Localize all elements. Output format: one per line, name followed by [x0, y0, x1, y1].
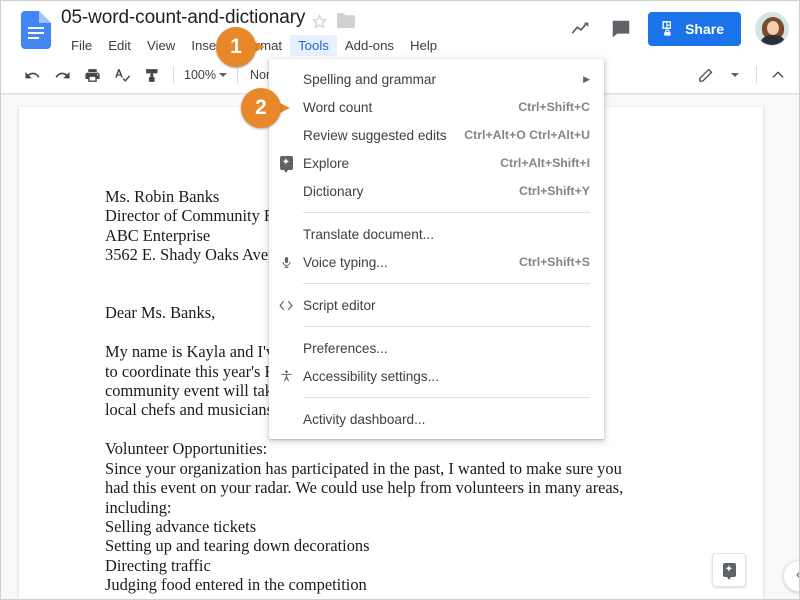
menu-tools[interactable]: Tools	[290, 35, 337, 56]
menu-item-label: Translate document...	[303, 226, 434, 242]
app-header: 05-word-count-and-dictionary File Edit V…	[1, 1, 799, 57]
spellcheck-icon[interactable]	[108, 62, 136, 88]
menu-item-preferences[interactable]: Preferences...	[269, 334, 604, 362]
menu-item-label: Word count	[303, 99, 373, 115]
avatar-body	[761, 35, 785, 45]
menu-item-label: Preferences...	[303, 340, 388, 356]
callout-number: 2	[241, 88, 281, 128]
menu-item-label: Dictionary	[303, 183, 364, 199]
code-brackets-icon	[269, 299, 303, 312]
menu-item-review-suggested-edits[interactable]: Review suggested edits Ctrl+Alt+O Ctrl+A…	[269, 121, 604, 149]
microphone-icon	[269, 255, 303, 270]
menu-item-explore[interactable]: ✦ Explore Ctrl+Alt+Shift+I	[269, 149, 604, 177]
trending-up-icon[interactable]	[564, 12, 598, 46]
avatar-face	[767, 21, 779, 35]
editing-mode-pencil-icon[interactable]	[691, 62, 719, 88]
chevron-down-icon	[218, 73, 227, 77]
header-actions: Share	[564, 1, 799, 57]
avatar[interactable]	[755, 12, 789, 46]
google-docs-window: 05-word-count-and-dictionary File Edit V…	[0, 0, 800, 600]
chevron-left-icon	[793, 569, 799, 584]
toolbar-divider-4	[756, 66, 757, 84]
menu-item-label: Review suggested edits	[303, 127, 447, 143]
explore-button[interactable]: ✦	[712, 553, 746, 587]
share-lock-icon	[661, 19, 678, 39]
menu-item-script-editor[interactable]: Script editor	[269, 291, 604, 319]
menu-separator	[303, 212, 590, 213]
print-icon[interactable]	[78, 62, 106, 88]
menu-file[interactable]: File	[63, 35, 100, 56]
outline-toggle-button[interactable]	[783, 560, 799, 592]
menu-item-shortcut: Ctrl+Shift+Y	[518, 184, 590, 198]
menu-item-label: Voice typing...	[303, 254, 388, 270]
menu-item-shortcut: Ctrl+Alt+Shift+I	[500, 156, 590, 170]
menu-item-accessibility-settings[interactable]: Accessibility settings...	[269, 362, 604, 390]
callout-number: 1	[216, 27, 256, 67]
menu-item-spelling-and-grammar[interactable]: Spelling and grammar ▶	[269, 65, 604, 93]
collapse-toolbar-icon[interactable]	[764, 62, 792, 88]
tools-dropdown-menu: Spelling and grammar ▶ Word count Ctrl+S…	[269, 59, 604, 439]
submenu-arrow-icon: ▶	[583, 73, 590, 84]
menu-item-activity-dashboard[interactable]: Activity dashboard...	[269, 405, 604, 433]
explore-icon: ✦	[722, 563, 736, 580]
accessibility-icon	[269, 368, 303, 384]
editing-mode-caret-icon[interactable]	[721, 62, 749, 88]
callout-badge-2: 2	[241, 88, 290, 134]
redo-icon[interactable]	[48, 62, 76, 88]
menu-item-label: Accessibility settings...	[303, 368, 439, 384]
menu-item-translate-document[interactable]: Translate document...	[269, 220, 604, 248]
menu-item-voice-typing[interactable]: Voice typing... Ctrl+Shift+S	[269, 248, 604, 276]
callout-badge-1: 1	[216, 27, 265, 73]
explore-icon: ✦	[269, 156, 303, 173]
folder-icon[interactable]	[337, 13, 355, 33]
menu-item-shortcut: Ctrl+Shift+C	[518, 100, 590, 114]
menu-item-label: Activity dashboard...	[303, 411, 426, 427]
document-title[interactable]: 05-word-count-and-dictionary	[61, 7, 305, 29]
menu-separator-3	[303, 326, 590, 327]
menu-separator-4	[303, 397, 590, 398]
toolbar-divider	[173, 66, 174, 84]
menu-view[interactable]: View	[139, 35, 183, 56]
menu-item-word-count[interactable]: Word count Ctrl+Shift+C	[269, 93, 604, 121]
menu-item-dictionary[interactable]: Dictionary Ctrl+Shift+Y	[269, 177, 604, 205]
menu-item-label: Explore	[303, 155, 350, 171]
paint-format-icon[interactable]	[138, 62, 166, 88]
menu-edit[interactable]: Edit	[100, 35, 139, 56]
zoom-value: 100%	[184, 68, 216, 82]
menu-item-label: Script editor	[303, 297, 376, 313]
star-icon[interactable]	[311, 13, 328, 35]
comment-icon[interactable]	[604, 12, 638, 46]
menu-item-shortcut: Ctrl+Alt+O Ctrl+Alt+U	[464, 128, 590, 142]
menu-separator-2	[303, 283, 590, 284]
menu-add-ons[interactable]: Add-ons	[337, 35, 402, 56]
google-docs-icon[interactable]	[21, 11, 51, 49]
share-label: Share	[685, 21, 724, 37]
menu-help[interactable]: Help	[402, 35, 445, 56]
menu-item-label: Spelling and grammar	[303, 71, 436, 87]
menu-item-shortcut: Ctrl+Shift+S	[518, 255, 590, 269]
share-button[interactable]: Share	[648, 12, 741, 46]
undo-icon[interactable]	[18, 62, 46, 88]
